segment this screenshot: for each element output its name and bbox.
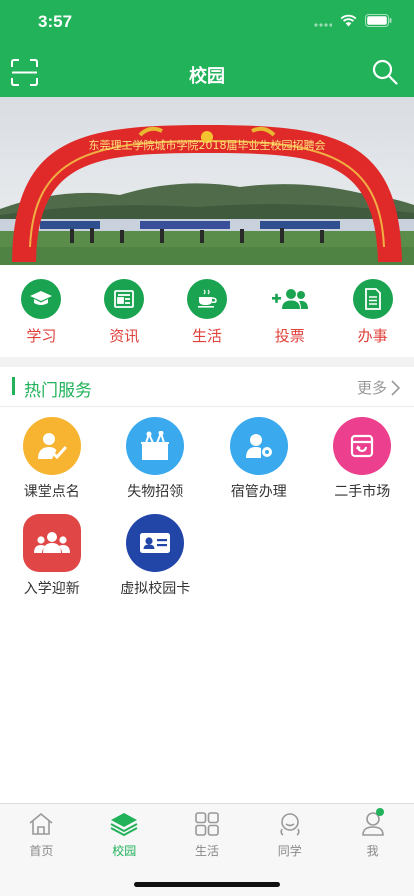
status-time: 3:57 [38, 12, 73, 31]
add-group-icon [270, 279, 310, 319]
tab-label: 生活 [194, 844, 219, 858]
signal-icon [314, 22, 332, 27]
banner-arch-text: 东莞理工学院城市学院2018届毕业生校园招聘会 [89, 138, 326, 152]
service-secondhand[interactable]: 二手市场 [311, 407, 414, 504]
grid-icon [193, 810, 221, 838]
wifi-icon [340, 14, 357, 27]
newspaper-icon [104, 279, 145, 319]
graduation-cap-icon [21, 279, 62, 319]
tab-label: 同学 [277, 844, 302, 858]
app-header: 3:57 校园 [0, 0, 414, 97]
quick-affairs[interactable]: 办事 [331, 265, 414, 357]
service-lost-found[interactable]: 失物招领 [104, 407, 208, 504]
freshmen-welcome-icon [22, 514, 81, 572]
status-icons [314, 14, 392, 27]
service-attendance[interactable]: 课堂点名 [0, 407, 104, 504]
attendance-icon [22, 417, 81, 475]
quick-life[interactable]: 生活 [166, 265, 249, 357]
banner-image: 东莞理工学院城市学院2018届毕业生校园招聘会 [0, 97, 414, 265]
search-icon[interactable] [372, 59, 398, 85]
quick-label: 办事 [357, 327, 388, 345]
quick-actions: 学习 资讯 生活 投票 办事 [0, 265, 414, 357]
page-title: 校园 [189, 66, 225, 87]
tab-me[interactable]: 我 [331, 804, 414, 896]
section-accent-bar [12, 377, 15, 395]
service-label: 课堂点名 [23, 484, 80, 500]
chevron-right-icon [391, 379, 400, 396]
quick-label: 投票 [274, 327, 305, 345]
quick-study[interactable]: 学习 [0, 265, 83, 357]
hot-services-grid: 课堂点名 失物招领 宿管办理 二手市场 入学迎新 虚拟校园卡 [0, 407, 414, 601]
document-icon [352, 279, 393, 319]
notification-dot [375, 808, 384, 816]
coffee-cup-icon [186, 279, 227, 319]
service-campus-card[interactable]: 虚拟校园卡 [104, 504, 208, 601]
service-dorm[interactable]: 宿管办理 [207, 407, 311, 504]
tab-label: 校园 [112, 844, 137, 858]
secondhand-market-icon [333, 417, 392, 475]
quick-label: 资讯 [109, 327, 140, 345]
quick-label: 生活 [191, 327, 222, 345]
service-label: 虚拟校园卡 [120, 581, 191, 597]
tab-home[interactable]: 首页 [0, 804, 83, 896]
layers-icon [110, 810, 138, 838]
tab-label: 我 [366, 844, 379, 858]
banner-carousel[interactable]: 东莞理工学院城市学院2018届毕业生校园招聘会 [0, 97, 414, 265]
section-divider [0, 357, 414, 367]
more-label: 更多 [356, 379, 387, 397]
section-title: 热门服务 [24, 381, 92, 401]
service-freshmen[interactable]: 入学迎新 [0, 504, 104, 601]
service-label: 宿管办理 [230, 484, 287, 500]
status-bar: 3:57 [0, 0, 414, 44]
service-label: 二手市场 [334, 484, 391, 500]
quick-news[interactable]: 资讯 [83, 265, 166, 357]
hot-services-header: 热门服务 更多 [0, 367, 414, 407]
quick-label: 学习 [26, 327, 57, 345]
navbar: 校园 [0, 50, 414, 96]
tab-label: 首页 [29, 844, 54, 858]
home-indicator [134, 882, 280, 887]
service-label: 入学迎新 [23, 581, 80, 597]
classmate-icon [276, 810, 304, 838]
home-icon [27, 810, 55, 838]
lost-found-icon [126, 417, 185, 475]
campus-card-icon [126, 514, 185, 572]
service-label: 失物招领 [127, 484, 184, 500]
battery-icon [365, 14, 392, 27]
quick-vote[interactable]: 投票 [248, 265, 331, 357]
more-link[interactable]: 更多 [357, 377, 400, 398]
dorm-manage-icon [229, 417, 288, 475]
